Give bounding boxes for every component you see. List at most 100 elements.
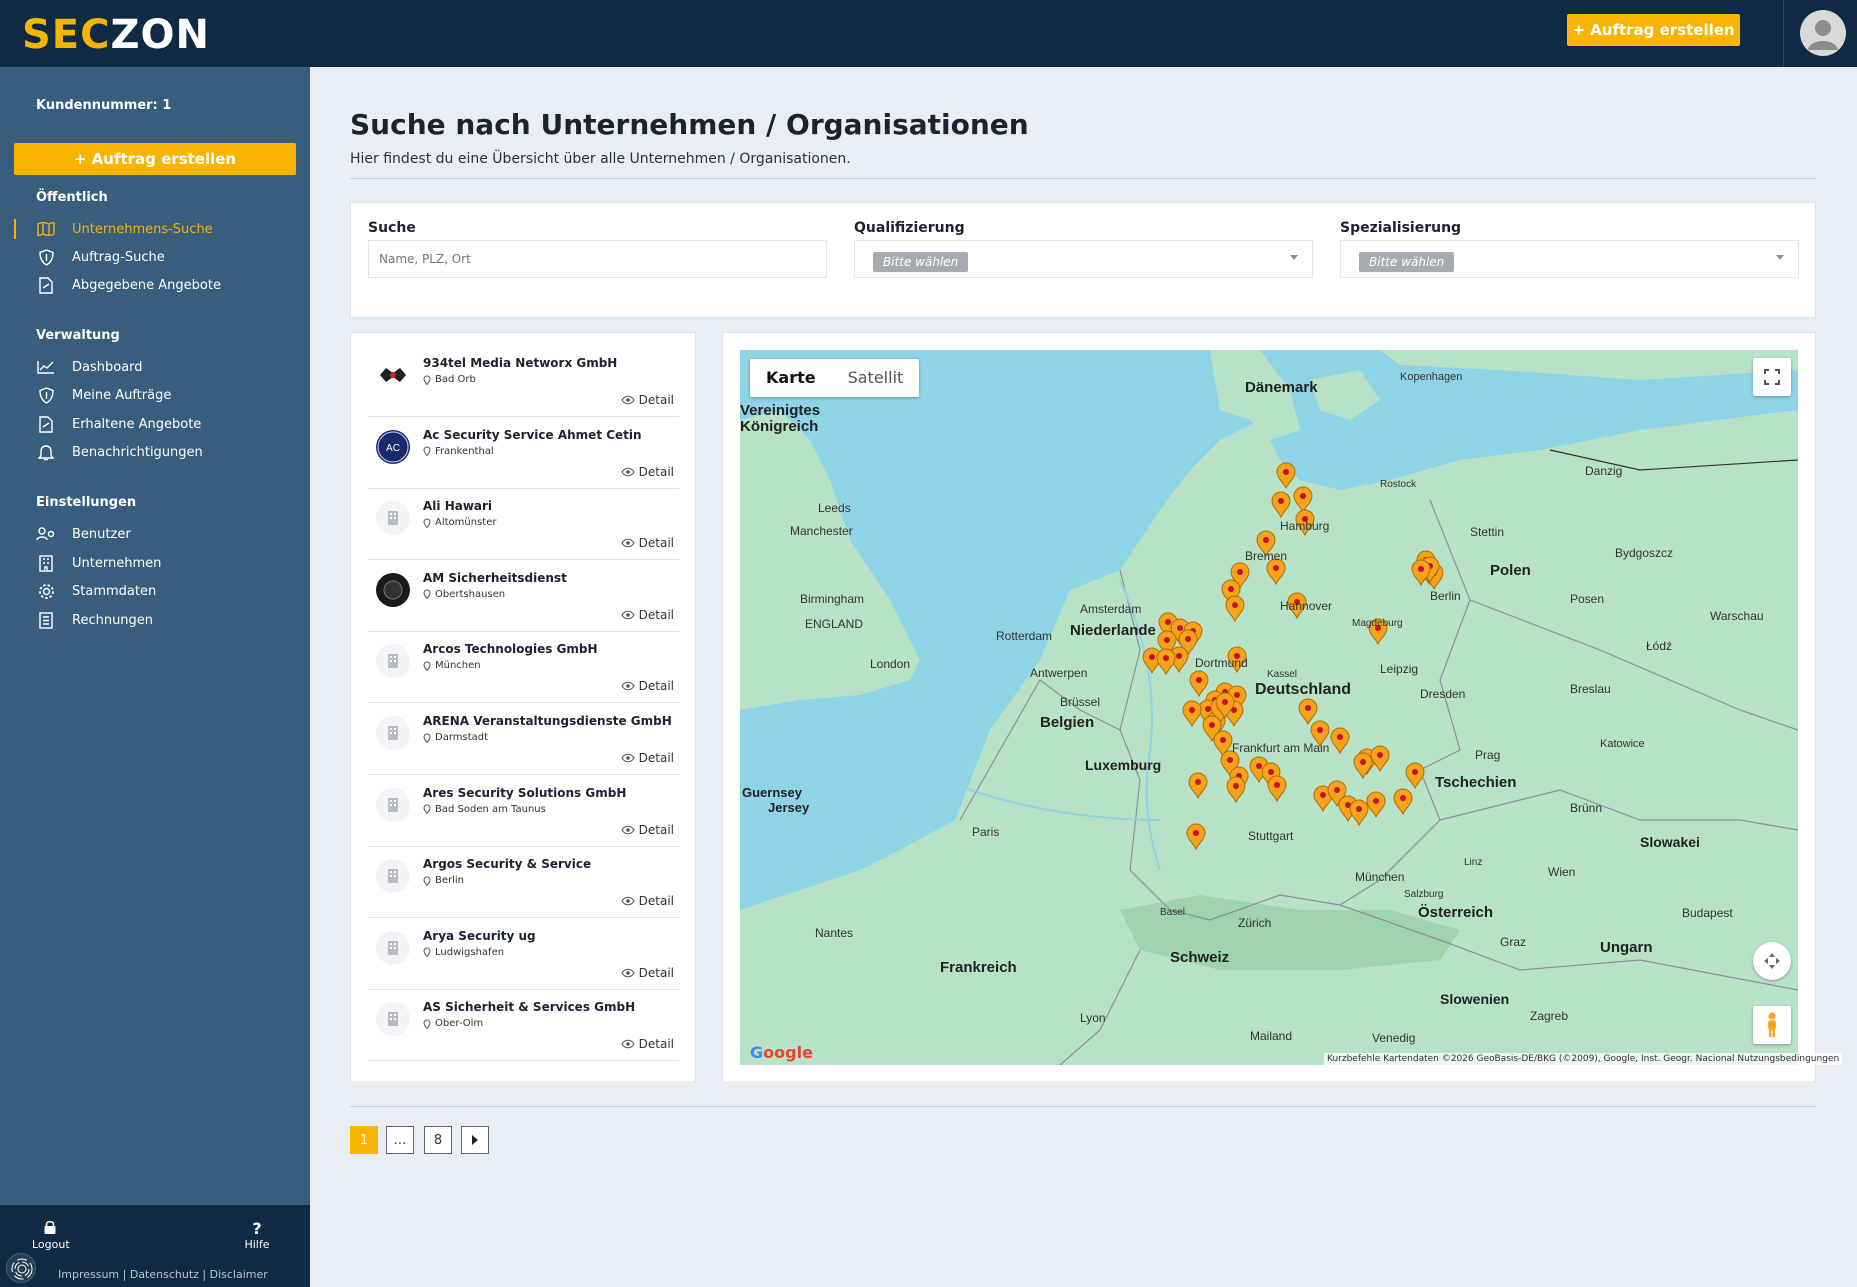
map-tab-satellite[interactable]: Satellit (832, 359, 920, 397)
help-button[interactable]: ? Hilfe (242, 1219, 272, 1251)
detail-label: Detail (638, 536, 674, 551)
detail-link[interactable]: Detail (620, 536, 674, 551)
map-tab-map[interactable]: Karte (750, 359, 832, 397)
list-item[interactable]: ARENA Veranstaltungsdienste GmbH Darmstad… (368, 704, 679, 775)
disclaimer-link[interactable]: Disclaimer (210, 1268, 268, 1281)
map-label-bremen: Bremen (1245, 549, 1287, 563)
map-type-toggle: Karte Satellit (750, 359, 920, 397)
company-map[interactable]: Dänemark Deutschland Niederlande Belgien Lux… (740, 350, 1798, 1065)
sidebar-item-my-orders[interactable]: Meine Aufträge (36, 384, 171, 406)
question-mark-icon: ? (252, 1219, 262, 1238)
map-label-hungary: Ungarn (1600, 939, 1653, 956)
detail-link[interactable]: Detail (620, 894, 674, 908)
user-silhouette-icon (1808, 20, 1838, 50)
eye-icon (620, 896, 635, 906)
map-label-munich: München (1355, 870, 1404, 884)
fullscreen-icon[interactable] (1753, 358, 1791, 396)
map-label-berlin: Berlin (1430, 589, 1461, 603)
sidebar-item-users[interactable]: Benutzer (36, 523, 131, 545)
detail-link[interactable]: Detail (620, 393, 674, 407)
map-label-lodz: Łódź (1646, 639, 1672, 653)
map-label-nantes: Nantes (815, 926, 853, 940)
user-avatar[interactable] (1800, 10, 1846, 56)
map-label-rotterdam: Rotterdam (996, 629, 1052, 643)
google-logo-text: oogle (763, 1043, 813, 1062)
street-view-pegman-icon[interactable] (1753, 1006, 1791, 1044)
map-label-leipzig: Leipzig (1380, 662, 1418, 676)
specialization-select[interactable]: Bitte wählen (1340, 240, 1799, 278)
page-ellipsis[interactable]: ... (386, 1126, 414, 1154)
sidebar-item-company-search[interactable]: Unternehmens-Suche (36, 218, 213, 240)
eye-icon (620, 825, 635, 834)
map-label-stettin: Stettin (1470, 525, 1504, 539)
sidebar-item-label: Abgegebene Angebote (72, 277, 221, 293)
company-logo-icon (376, 1002, 410, 1037)
imprint-link[interactable]: Impressum (58, 1268, 119, 1281)
sidebar-item-dashboard[interactable]: Dashboard (36, 356, 143, 378)
search-label: Suche (368, 220, 416, 236)
sidebar-item-company[interactable]: Unternehmen (36, 552, 161, 574)
company-city: Bad Soden am Taunus (435, 803, 546, 815)
detail-link[interactable]: Detail (620, 966, 674, 980)
map-label-posen: Posen (1570, 592, 1604, 606)
company-logo-icon (376, 859, 410, 894)
specialization-label: Spezialisierung (1340, 220, 1462, 236)
map-attribution[interactable]: Kurzbefehle Kartendaten ©2026 GeoBasis-D… (1324, 1053, 1843, 1065)
detail-link[interactable]: Detail (620, 823, 674, 837)
map-canvas[interactable]: Dänemark Deutschland Niederlande Belgien Lux… (740, 350, 1798, 1065)
map-label-brno: Brünn (1570, 801, 1602, 815)
sidebar-item-order-search[interactable]: Auftrag-Suche (36, 246, 165, 268)
page-button-1[interactable]: 1 (350, 1126, 378, 1154)
sidebar-item-notifications[interactable]: Benachrichtigungen (36, 441, 203, 463)
list-item[interactable]: 934tel Media Networx GmbH Bad Orb Detail (368, 346, 679, 417)
next-page-button[interactable] (461, 1126, 489, 1154)
list-item[interactable]: Ares Security Solutions GmbH Bad Soden am… (368, 776, 679, 847)
fingerprint-icon[interactable] (6, 1253, 36, 1283)
list-item[interactable]: AM Sicherheitsdienst Obertshausen Detail (368, 561, 679, 632)
logout-button[interactable]: Logout (32, 1220, 70, 1251)
company-logo-icon: AC (376, 429, 410, 464)
detail-link[interactable]: Detail (620, 608, 674, 622)
sidebar-item-received-offers[interactable]: Erhaltene Angebote (36, 413, 201, 435)
detail-link[interactable]: Detail (620, 1037, 674, 1051)
map-label-denmark: Dänemark (1245, 379, 1318, 396)
create-order-button-sidebar[interactable]: + Auftrag erstellen (14, 143, 296, 175)
company-location: Obertshausen (423, 589, 505, 600)
detail-link[interactable]: Detail (620, 751, 674, 765)
list-item[interactable]: Arcos Technologies GmbH München Detail (368, 632, 679, 704)
map-label-leeds: Leeds (818, 501, 851, 515)
sidebar-item-master-data[interactable]: Stammdaten (36, 580, 156, 602)
qualification-placeholder-chip: Bitte wählen (873, 252, 969, 272)
company-name: ARENA Veranstaltungsdienste GmbH (423, 714, 672, 728)
logo-text-part2: ZON (110, 12, 210, 58)
shield-icon (36, 386, 56, 404)
list-item[interactable]: Ali Hawari Altomünster Detail (368, 489, 679, 561)
detail-link[interactable]: Detail (620, 679, 674, 693)
seczon-logo[interactable]: SECZON (22, 12, 210, 58)
map-label-germany: Deutschland (1255, 681, 1351, 698)
company-city: Altomünster (435, 517, 497, 529)
sidebar-item-label: Stammdaten (72, 583, 157, 599)
list-item[interactable]: Arya Security ug Ludwigshafen Detail (368, 919, 679, 990)
qualification-select[interactable]: Bitte wählen (854, 240, 1313, 278)
sidebar-item-label: Erhaltene Angebote (72, 416, 202, 432)
list-item[interactable]: AC Ac Security Service Ahmet Cetin Franken… (368, 418, 679, 489)
map-label-london: London (870, 657, 910, 671)
create-order-button-header[interactable]: + Auftrag erstellen (1567, 14, 1740, 46)
company-name: Argos Security & Service (423, 857, 592, 872)
search-input[interactable] (368, 240, 827, 278)
sidebar-item-invoices[interactable]: Rechnungen (36, 609, 153, 631)
sidebar-item-submitted-offers[interactable]: Abgegebene Angebote (36, 274, 221, 296)
privacy-link[interactable]: Datenschutz (130, 1268, 199, 1281)
map-camera-control-icon[interactable] (1753, 942, 1791, 980)
map-label-luxembourg: Luxemburg (1085, 757, 1161, 773)
detail-link[interactable]: Detail (620, 465, 674, 479)
invoice-icon (36, 611, 56, 629)
map-label-antwerp: Antwerpen (1030, 666, 1087, 680)
list-item[interactable]: Argos Security & Service Berlin Detail (368, 847, 679, 919)
page-button-last[interactable]: 8 (424, 1126, 452, 1154)
list-item[interactable]: AS Sicherheit & Services GmbH Ober-Olm Det… (368, 990, 679, 1062)
company-logo-icon (376, 787, 410, 822)
header-divider (1783, 0, 1784, 67)
map-label-belgium: Belgien (1040, 714, 1094, 731)
